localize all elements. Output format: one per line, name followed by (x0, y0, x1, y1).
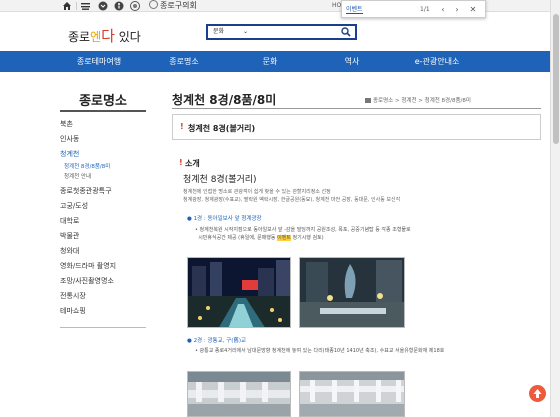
logo-part-3: 다 (101, 27, 115, 45)
sidebar-item-tourism-zone[interactable]: 종로첫종관광특구 (60, 187, 112, 196)
sidebar-item-bukchon[interactable]: 북촌 (60, 120, 73, 129)
seal-icon[interactable] (130, 1, 140, 11)
hidden-label: HO (332, 2, 342, 9)
sidebar-item-palaces[interactable]: 고궁/도성 (60, 202, 88, 211)
sidebar-subitem-8-views[interactable]: 청계천 8경/8품/8미 (64, 164, 110, 171)
logo-part-2: 엔 (90, 30, 102, 44)
night-city-image (188, 258, 290, 327)
plaza-night-image (300, 258, 404, 327)
find-input[interactable]: 이벤트 (346, 5, 418, 15)
circle-number-icon: ● (187, 216, 192, 222)
search-bar: 문화 ⌄ (206, 24, 357, 40)
find-query: 이벤트 (346, 6, 363, 14)
accessibility-icon[interactable] (114, 1, 124, 11)
language-icon[interactable] (80, 1, 91, 11)
find-count: 1/1 (420, 6, 430, 13)
site-logo[interactable]: 종로엔다 있다 (68, 25, 141, 46)
item-2-heading-text: 2경 : 광통교, 구(舊)교 (193, 338, 247, 344)
stone-bridge-image (188, 372, 290, 416)
find-prev-button[interactable]: ‹ (438, 4, 448, 16)
sidebar-item-theme-shopping[interactable]: 테마쇼핑 (60, 307, 86, 316)
find-next-button[interactable]: › (452, 4, 462, 16)
sidebar-item-insadong[interactable]: 인사동 (60, 135, 79, 144)
item-1-line-2-tail: 정기시행 검토) (290, 235, 324, 241)
back-to-top-button[interactable] (529, 385, 546, 402)
find-close-button[interactable]: ✕ (468, 4, 478, 16)
sidebar-bottom-divider (60, 327, 146, 328)
item-1-heading-text: 1경 : 동아일보사 앞 청계광장 (193, 216, 262, 222)
divider (76, 2, 77, 10)
find-bar: 이벤트 1/1 ‹ › ✕ (341, 0, 486, 18)
photo-spring-tower-night[interactable] (299, 257, 405, 328)
sidebar-item-cheonggyecheon[interactable]: 청계천 (60, 150, 79, 159)
council-logo-icon (149, 0, 158, 9)
item-2-line-1: • 광통교 종로4거리에서 남대문방향 청계천에 놓여 있는 다리(태종10년 … (195, 348, 445, 354)
main-nav: 종로테마여행 종로명소 문화 역사 e-관광안내소 (0, 51, 550, 72)
description-line-1: 청계천에 인접한 명소로 관광객이 쉽게 찾을 수 있는 관할지리정소 선정 (183, 189, 331, 195)
item-1-line-2-text: 시민휴식공간 제공 (휴일에, 문매행동 (198, 235, 278, 241)
section-heading: 소개 (185, 159, 200, 168)
sidebar-item-cheongwadae[interactable]: 청와대 (60, 247, 79, 256)
photo-supyogyo-bridge[interactable] (299, 371, 405, 417)
photo-gwangtonggyo-bridge[interactable] (187, 371, 291, 417)
search-icon[interactable] (341, 27, 351, 37)
nav-item-theme-travel[interactable]: 종로테마여행 (77, 51, 121, 72)
title-box-heading: 청계천 8경(볼거리) (188, 124, 256, 133)
logo-part-4: 있다 (114, 30, 141, 44)
item-1-line-1: • 청계천복원 시작지점으로 동아일보사 앞 -감을 빌딩까지 공원조성, 폭포… (195, 227, 411, 233)
title-box: ! 청계천 8경(볼거리) (172, 114, 541, 140)
nav-item-culture[interactable]: 문화 (263, 51, 278, 72)
search-category-select[interactable]: 문화 (213, 27, 224, 37)
item-2-line-1-text: 광통교 종로4거리에서 남대문방향 청계천에 놓여 있는 다리(태종10년 14… (199, 348, 445, 354)
sidebar-item-filming-sites[interactable]: 영화/드라마 촬영지 (60, 262, 116, 271)
breadcrumb-text[interactable]: 종로명소 > 청계천 > 청계천 8경/8품/8미 (373, 98, 471, 104)
council-label: 종로구의회 (160, 1, 197, 10)
breadcrumb: 종로명소 > 청계천 > 청계천 8경/8품/8미 (365, 96, 471, 104)
chevron-down-icon[interactable]: ⌄ (243, 27, 248, 37)
sign-icon[interactable] (98, 1, 108, 11)
nav-item-attractions[interactable]: 종로명소 (169, 51, 198, 72)
item-1-heading: ● 1경 : 동아일보사 앞 청계광장 (187, 214, 262, 222)
photo-cheonggye-plaza-night[interactable] (187, 257, 291, 328)
page-scrollbar[interactable] (550, 0, 560, 417)
council-link[interactable]: 종로구의회 (149, 0, 197, 12)
sidebar-item-museums[interactable]: 박물관 (60, 232, 79, 241)
scrollbar-thumb[interactable] (553, 14, 559, 144)
circle-number-icon: ● (187, 338, 192, 344)
nav-item-tourist-info[interactable]: e-관광안내소 (415, 51, 460, 72)
item-2-heading: ● 2경 : 광통교, 구(舊)교 (187, 336, 246, 344)
subsection-heading: 청계천 8경(볼거리) (183, 175, 257, 185)
nav-item-history[interactable]: 역사 (345, 51, 360, 72)
title-box-marker: ! (180, 122, 184, 131)
sidebar-item-markets[interactable]: 전통시장 (60, 292, 86, 301)
sidebar-title: 종로명소 (79, 94, 127, 109)
content-divider (172, 108, 541, 109)
description-line-2: 청계광장, 청계광장(수표교), 팔락원 벡락시장, 한글공원(동묘), 청계천… (183, 197, 401, 203)
bridge-railing-image (300, 372, 404, 416)
sidebar-item-photo-spots[interactable]: 조망/사진촬영명소 (60, 277, 114, 286)
section-marker: ! (179, 158, 183, 167)
sidebar-subitem-guide[interactable]: 청계천 안내 (64, 174, 91, 181)
home-icon[interactable] (365, 98, 371, 103)
find-highlight: 이벤트 (277, 235, 291, 241)
sidebar-divider (60, 110, 146, 112)
logo-part-1: 종로 (68, 30, 91, 44)
home-icon[interactable] (62, 1, 72, 11)
page-title: 청계천 8경/8품/8미 (172, 93, 277, 107)
item-1-line-2: 시민휴식공간 제공 (휴일에, 문매행동 이벤트 정기시행 검토) (195, 235, 324, 241)
item-1-line-1-text: 청계천복원 시작지점으로 동아일보사 앞 -감을 빌딩까지 공원조성, 폭포, … (199, 227, 411, 233)
arrow-up-icon (533, 389, 542, 398)
sidebar-item-daehakro[interactable]: 대학로 (60, 217, 79, 226)
